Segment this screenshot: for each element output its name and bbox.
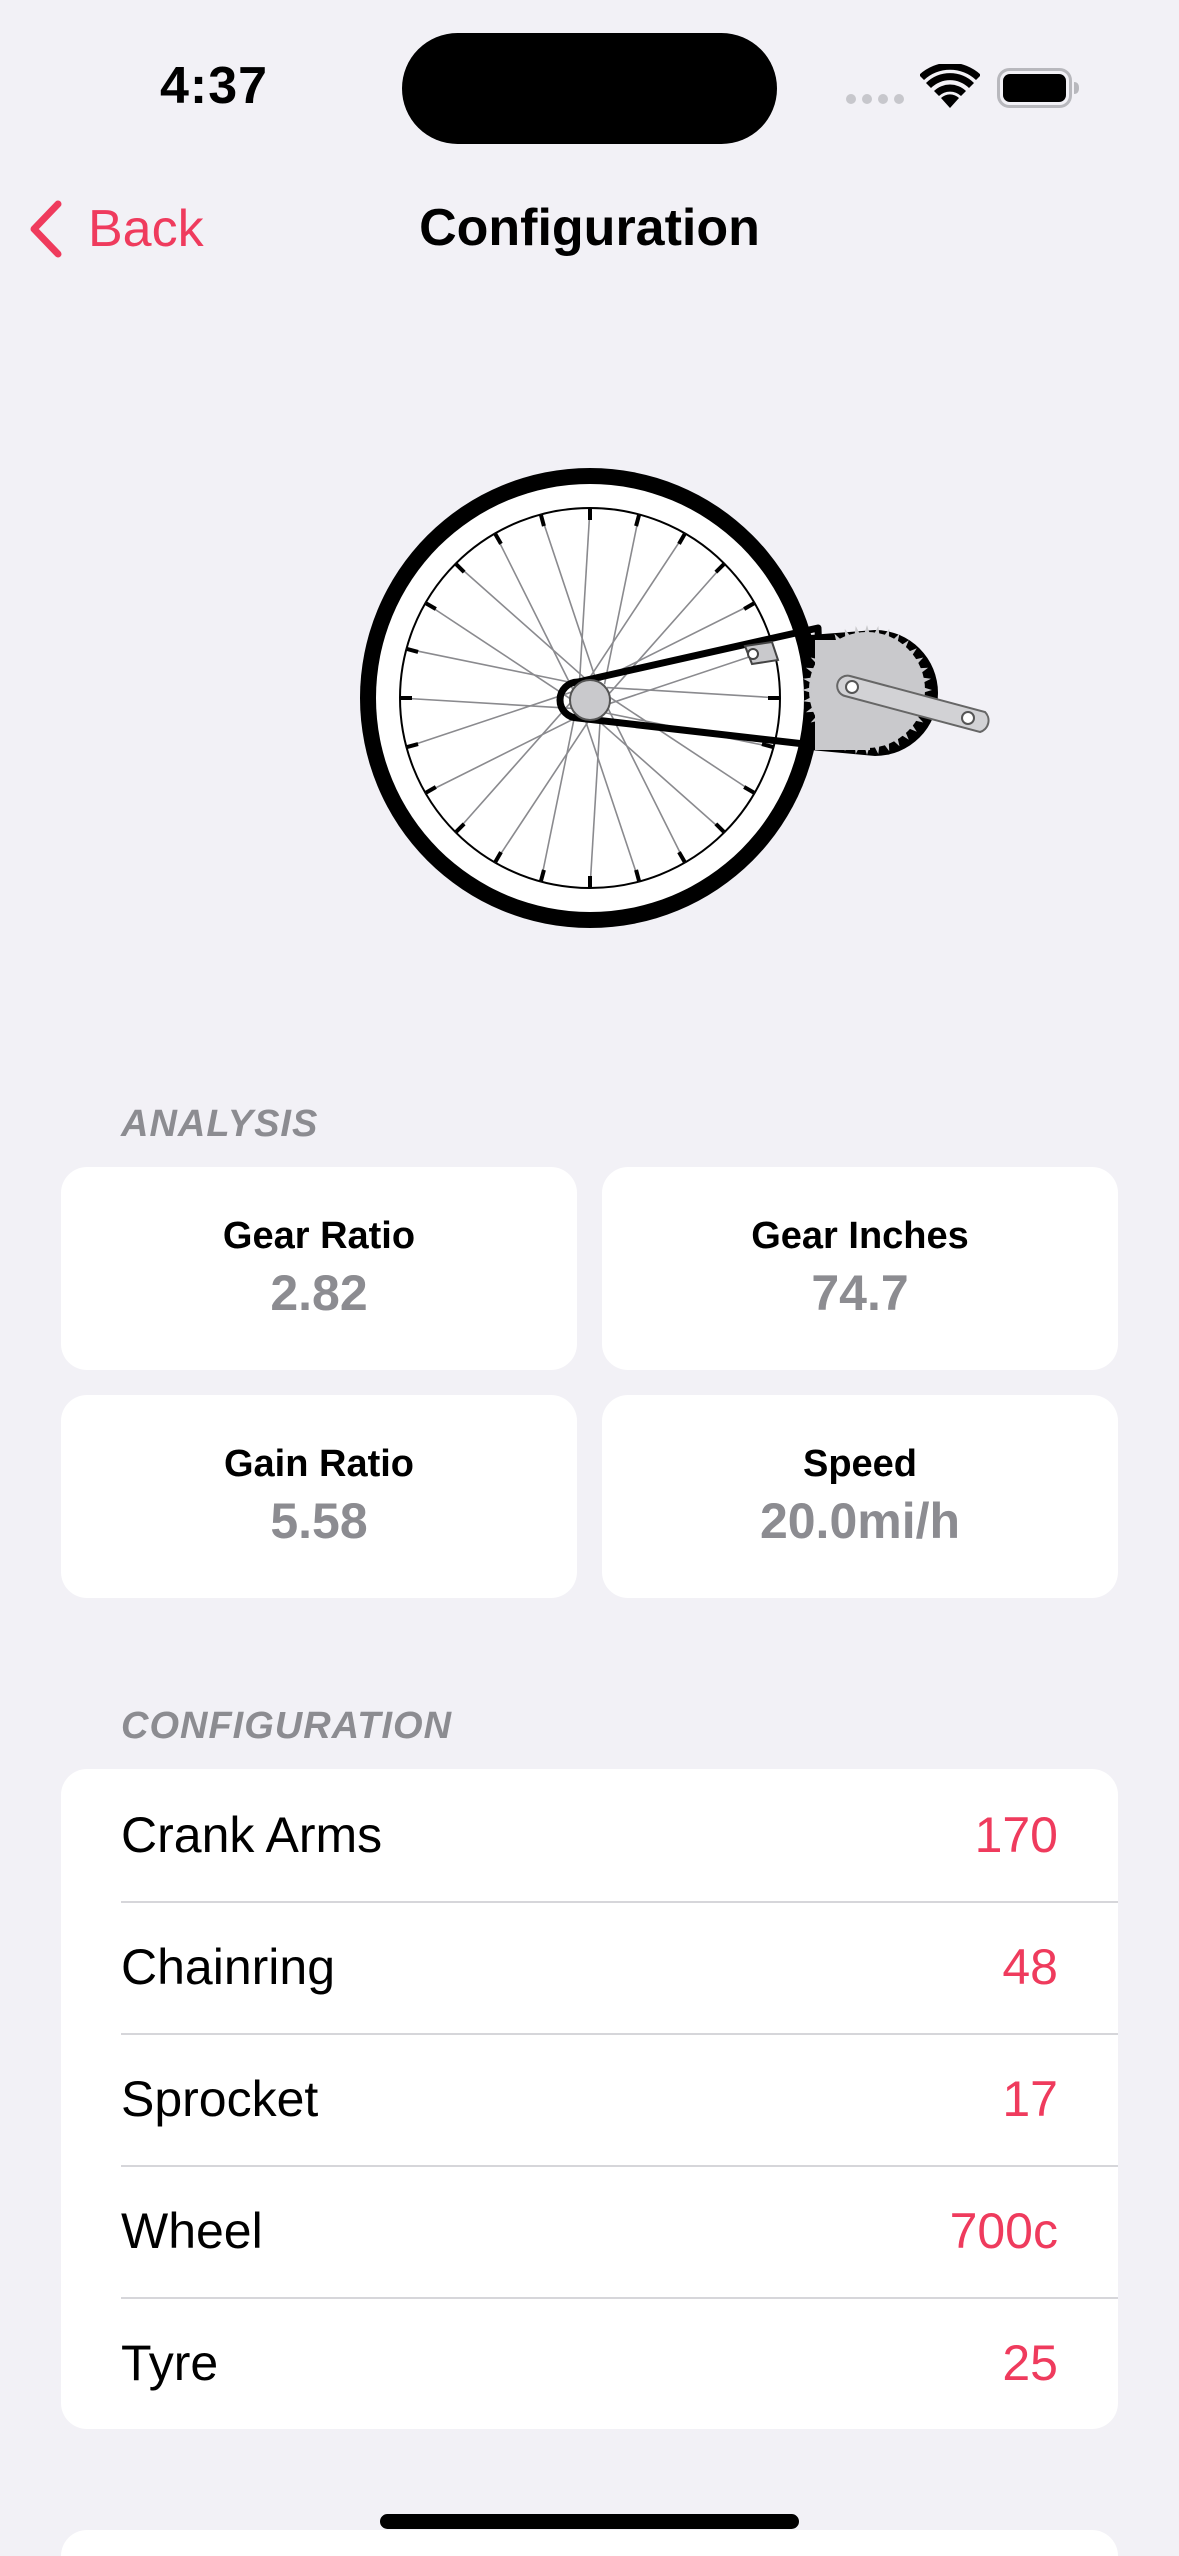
gain-ratio-value: 5.58 (270, 1493, 368, 1549)
config-label: Wheel (121, 2203, 263, 2259)
signal-icon (846, 94, 904, 104)
config-label: Tyre (121, 2335, 219, 2391)
config-value: 17 (1002, 2071, 1058, 2127)
analysis-section-header: ANALYSIS (121, 1103, 319, 1145)
wifi-icon (920, 64, 980, 108)
gear-inches-value: 74.7 (811, 1265, 909, 1321)
config-row-wheel[interactable]: Wheel 700c (61, 2165, 1118, 2297)
config-value: 48 (1002, 1939, 1058, 1995)
config-row-sprocket[interactable]: Sprocket 17 (61, 2033, 1118, 2165)
navigation-bar: Back Configuration (0, 170, 1179, 290)
dynamic-island (402, 33, 777, 144)
gear-ratio-label: Gear Ratio (222, 1215, 416, 1257)
speed-card: Speed 20.0mi/h (602, 1395, 1118, 1598)
gear-ratio-value: 2.82 (270, 1265, 368, 1321)
gain-ratio-card: Gain Ratio 5.58 (61, 1395, 577, 1598)
configuration-list: Crank Arms 170 Chainring 48 Sprocket 17 … (61, 1769, 1118, 2429)
gear-ratio-card: Gear Ratio 2.82 (61, 1167, 577, 1370)
status-bar: 4:37 (0, 0, 1179, 170)
config-value: 700c (949, 2203, 1058, 2259)
home-indicator[interactable] (380, 2514, 799, 2529)
battery-icon (997, 68, 1079, 108)
config-row-crank-arms[interactable]: Crank Arms 170 (61, 1769, 1118, 1901)
gain-ratio-label: Gain Ratio (223, 1443, 415, 1485)
speed-value: 20.0mi/h (759, 1493, 961, 1549)
speed-label: Speed (802, 1443, 918, 1485)
config-value: 25 (1002, 2335, 1058, 2391)
status-time: 4:37 (160, 57, 269, 115)
gear-inches-card: Gear Inches 74.7 (602, 1167, 1118, 1370)
chainring-tooth (854, 625, 861, 636)
rear-sprocket (569, 679, 611, 721)
chainring-tooth (864, 625, 870, 635)
configuration-section-header: CONFIGURATION (121, 1705, 453, 1747)
config-row-chainring[interactable]: Chainring 48 (61, 1901, 1118, 2033)
gear-inches-label: Gear Inches (751, 1215, 969, 1257)
config-label: Chainring (121, 1939, 336, 1995)
config-label: Crank Arms (121, 1807, 383, 1863)
config-row-tyre[interactable]: Tyre 25 (61, 2297, 1118, 2429)
bike-drivetrain-illustration (360, 468, 990, 928)
derailleur (743, 640, 780, 666)
next-section-card (61, 2530, 1118, 2556)
config-value: 170 (974, 1807, 1058, 1863)
page-title: Configuration (419, 199, 760, 257)
config-label: Sprocket (121, 2071, 319, 2127)
